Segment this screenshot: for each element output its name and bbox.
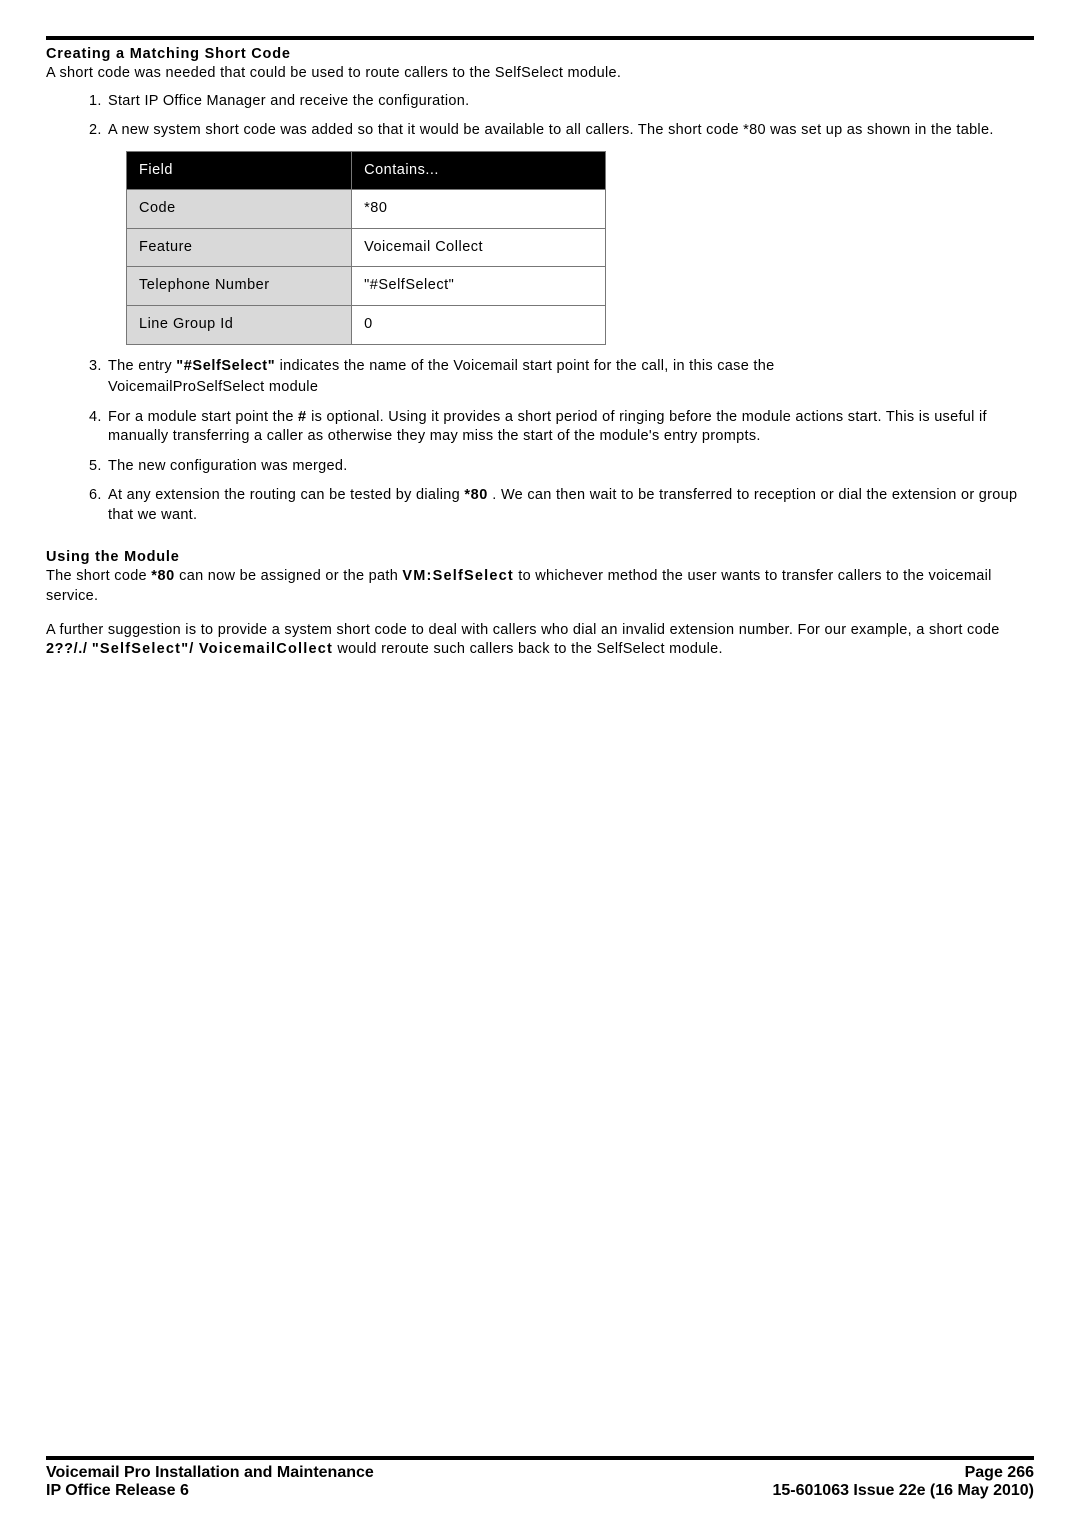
shortcode-table: Field Contains... Code *80 Feature Voice… — [126, 151, 606, 345]
th-contains: Contains... — [352, 151, 606, 190]
footer-left-2: IP Office Release 6 — [46, 1482, 189, 1500]
footer-right-2: 15-601063 Issue 22e (16 May 2010) — [772, 1482, 1034, 1500]
footer-right-1: Page 266 — [965, 1464, 1034, 1482]
section-heading-shortcode: Creating a Matching Short Code — [46, 46, 1034, 62]
section-intro: A short code was needed that could be us… — [46, 64, 1034, 84]
step-2: A new system short code was added so tha… — [106, 121, 1034, 344]
step-4: For a module start point the # is option… — [106, 408, 1034, 447]
step-3: The entry "#SelfSelect" indicates the na… — [106, 357, 1034, 398]
row-feature-value: Voicemail Collect — [352, 228, 606, 267]
steps-list: Start IP Office Manager and receive the … — [46, 92, 1034, 526]
row-code-label: Code — [127, 190, 352, 229]
row-code-value: *80 — [352, 190, 606, 229]
section-heading-using: Using the Module — [46, 549, 1034, 565]
row-linegroup-value: 0 — [352, 305, 606, 344]
row-telephone-value: "#SelfSelect" — [352, 267, 606, 306]
row-linegroup-label: Line Group Id — [127, 305, 352, 344]
step-5: The new configuration was merged. — [106, 457, 1034, 477]
step-1: Start IP Office Manager and receive the … — [106, 92, 1034, 112]
footer-left-1: Voicemail Pro Installation and Maintenan… — [46, 1464, 374, 1482]
using-p2: A further suggestion is to provide a sys… — [46, 621, 1034, 660]
row-feature-label: Feature — [127, 228, 352, 267]
using-p1: The short code *80 can now be assigned o… — [46, 567, 1034, 606]
row-telephone-label: Telephone Number — [127, 267, 352, 306]
th-field: Field — [127, 151, 352, 190]
step-6: At any extension the routing can be test… — [106, 486, 1034, 525]
page-footer: Voicemail Pro Installation and Maintenan… — [46, 1456, 1034, 1500]
